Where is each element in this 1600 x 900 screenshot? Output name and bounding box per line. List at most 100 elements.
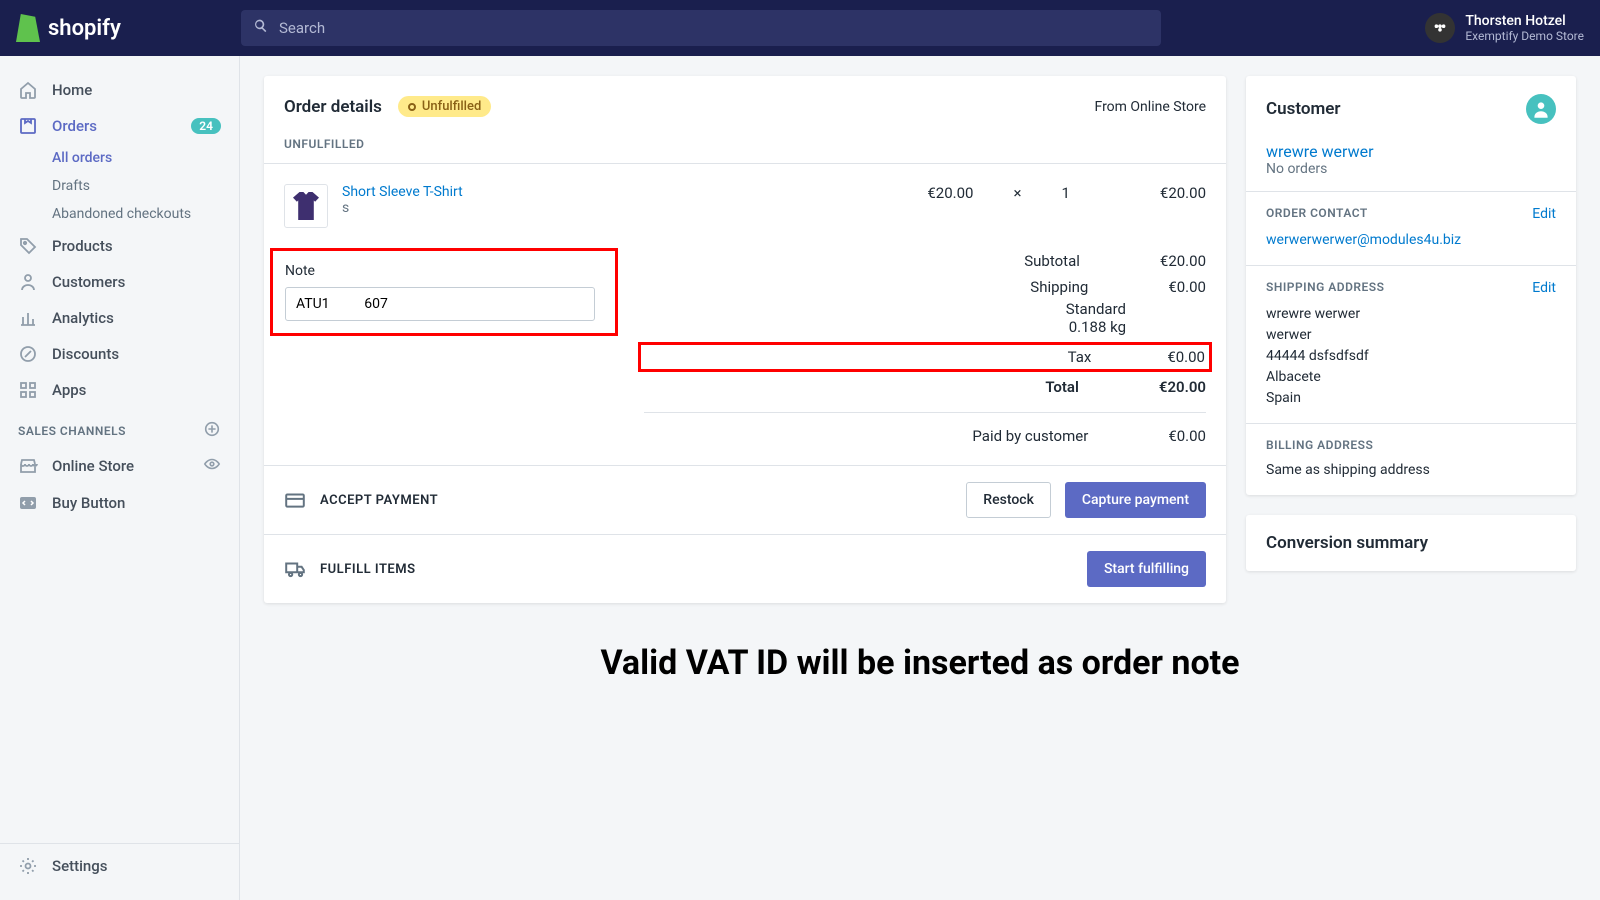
sales-channels-label: SALES CHANNELS [18, 424, 126, 438]
plus-circle-icon[interactable] [203, 420, 221, 441]
annotation-caption: Valid VAT ID will be inserted as order n… [264, 643, 1576, 683]
fulfill-items-row: FULFILL ITEMS Start fulfilling [264, 534, 1226, 603]
subnav-all-orders[interactable]: All orders [52, 144, 239, 172]
order-contact-label: ORDER CONTACT [1266, 206, 1368, 222]
user-name: Thorsten Hotzel [1465, 13, 1584, 29]
customer-title: Customer [1266, 99, 1341, 119]
customer-card: Customer wrewre werwer No orders ORDER C… [1246, 76, 1576, 495]
orders-icon [18, 116, 38, 136]
total-value: €20.00 [1159, 378, 1206, 396]
line-item-row: Short Sleeve T-Shirt s €20.00 × 1 €20.00 [264, 164, 1226, 248]
nav-settings[interactable]: Settings [0, 843, 239, 884]
search-input[interactable] [279, 19, 1149, 37]
edit-contact-link[interactable]: Edit [1532, 206, 1556, 222]
shopify-bag-icon [16, 14, 40, 42]
nav-label: Customers [52, 273, 125, 291]
unfulfilled-label: UNFULFILLED [264, 137, 1226, 163]
nav-label: Orders [52, 117, 97, 135]
nav-discounts[interactable]: Discounts [0, 336, 239, 372]
note-label: Note [285, 263, 603, 279]
shipping-weight: 0.188 kg [644, 318, 1206, 336]
main-content: Order details Unfulfilled From Online St… [240, 56, 1600, 727]
user-info: Thorsten Hotzel Exemptify Demo Store [1465, 13, 1584, 43]
tshirt-icon [293, 192, 319, 220]
home-icon [18, 80, 38, 100]
restock-button[interactable]: Restock [966, 482, 1051, 518]
shipping-address-text: wrewre werwer werwer 44444 dsfsdfsdf Alb… [1266, 304, 1556, 409]
tag-icon [18, 236, 38, 256]
product-name-link[interactable]: Short Sleeve T-Shirt [342, 184, 622, 200]
nav-label: Products [52, 237, 113, 255]
tax-highlight: Tax€0.00 [638, 342, 1212, 372]
quantity: 1 [1061, 184, 1069, 202]
accept-payment-label: ACCEPT PAYMENT [320, 493, 438, 508]
unit-price: €20.00 [927, 184, 973, 202]
nav-orders[interactable]: Orders 24 [0, 108, 239, 144]
paid-label: Paid by customer [644, 427, 1168, 445]
product-variant: s [342, 200, 622, 216]
subtotal-label: Subtotal [644, 252, 1160, 270]
tax-value: €0.00 [1167, 348, 1205, 366]
nav-home[interactable]: Home [0, 72, 239, 108]
customer-orders-count: No orders [1266, 161, 1556, 177]
orders-subnav: All orders Drafts Abandoned checkouts [52, 144, 239, 228]
customer-email-link[interactable]: werwerwerwer@modules4u.biz [1266, 230, 1556, 251]
eye-icon[interactable] [203, 455, 221, 477]
paid-value: €0.00 [1168, 427, 1206, 445]
analytics-icon [18, 308, 38, 328]
customer-name-link[interactable]: wrewre werwer [1266, 142, 1556, 161]
nav-label: Analytics [52, 309, 114, 327]
conversion-summary-title: Conversion summary [1266, 533, 1428, 553]
nav-products[interactable]: Products [0, 228, 239, 264]
brand-label: shopify [48, 16, 121, 41]
gear-icon [18, 856, 38, 876]
subnav-drafts[interactable]: Drafts [52, 172, 239, 200]
line-total: €20.00 [1160, 184, 1206, 202]
shipping-label: Shipping [644, 278, 1168, 296]
nav-analytics[interactable]: Analytics [0, 300, 239, 336]
orders-badge: 24 [191, 118, 221, 134]
shipping-value: €0.00 [1168, 278, 1206, 296]
nav-label: Home [52, 81, 92, 99]
nav-apps[interactable]: Apps [0, 372, 239, 408]
search-field[interactable] [241, 10, 1161, 46]
customer-avatar-icon[interactable] [1526, 94, 1556, 124]
sales-channels-header: SALES CHANNELS [0, 408, 239, 447]
nav-label: Online Store [52, 457, 134, 475]
store-icon [18, 456, 38, 476]
capture-payment-button[interactable]: Capture payment [1065, 482, 1206, 518]
note-input[interactable] [285, 287, 595, 321]
shipping-address-label: SHIPPING ADDRESS [1266, 280, 1384, 296]
accept-payment-row: ACCEPT PAYMENT Restock Capture payment [264, 465, 1226, 534]
fulfill-items-label: FULFILL ITEMS [320, 562, 416, 577]
total-label: Total [644, 378, 1159, 396]
conversion-summary-card: Conversion summary [1246, 515, 1576, 571]
start-fulfilling-button[interactable]: Start fulfilling [1087, 551, 1206, 587]
subtotal-value: €20.00 [1160, 252, 1206, 270]
order-details-card: Order details Unfulfilled From Online St… [264, 76, 1226, 603]
nav-online-store[interactable]: Online Store [0, 447, 239, 485]
nav-label: Apps [52, 381, 86, 399]
shipping-method: Standard [644, 300, 1206, 318]
status-dot-icon [408, 103, 416, 111]
brand-logo[interactable]: shopify [16, 14, 241, 42]
store-name: Exemptify Demo Store [1465, 29, 1584, 43]
user-menu[interactable]: Thorsten Hotzel Exemptify Demo Store [1405, 13, 1584, 43]
code-icon [18, 493, 38, 513]
status-badge: Unfulfilled [398, 96, 491, 117]
apps-icon [18, 380, 38, 400]
nav-label: Buy Button [52, 494, 125, 512]
settings-avatar-icon [1425, 13, 1455, 43]
nav-label: Settings [52, 857, 108, 875]
qty-separator: × [1013, 184, 1021, 202]
credit-card-icon [284, 489, 306, 511]
person-icon [18, 272, 38, 292]
edit-shipping-link[interactable]: Edit [1532, 280, 1556, 296]
topbar: shopify Thorsten Hotzel Exemptify Demo S… [0, 0, 1600, 56]
subnav-abandoned[interactable]: Abandoned checkouts [52, 200, 239, 228]
status-text: Unfulfilled [422, 99, 481, 114]
nav-customers[interactable]: Customers [0, 264, 239, 300]
nav-label: Discounts [52, 345, 119, 363]
nav-buy-button[interactable]: Buy Button [0, 485, 239, 521]
product-thumbnail[interactable] [284, 184, 328, 228]
